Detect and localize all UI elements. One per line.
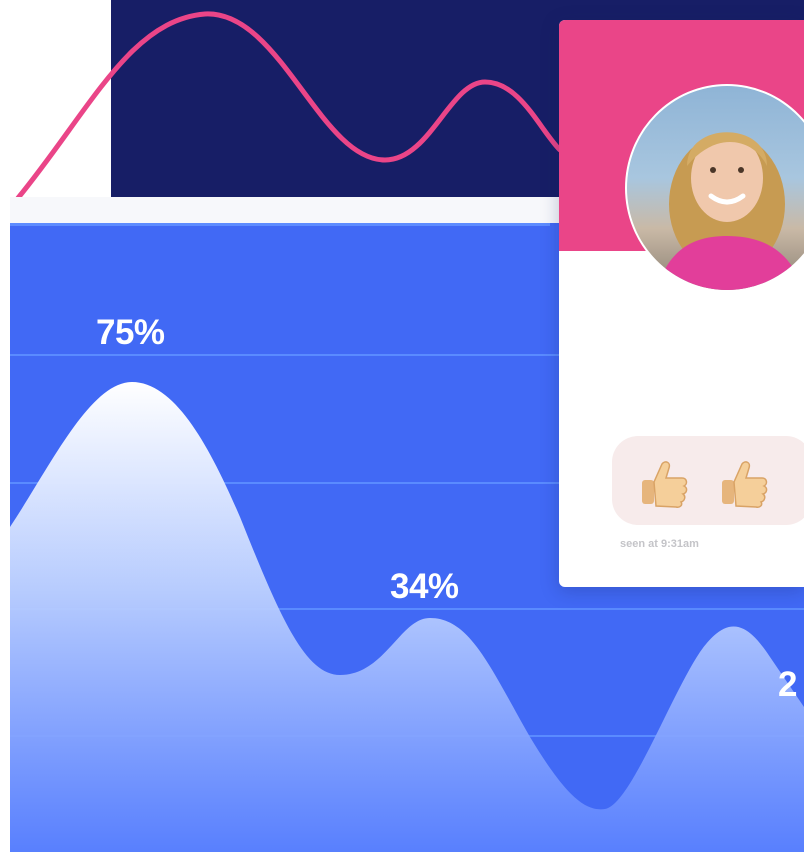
peak-label-2: 34%	[390, 567, 459, 606]
thumbs-up-icon	[722, 461, 768, 508]
reaction-bubble[interactable]	[612, 436, 804, 525]
peak-label-1: 75%	[96, 313, 165, 352]
profile-card[interactable]: seen at 9:31am	[559, 20, 804, 587]
person-photo-icon	[656, 132, 804, 290]
seen-status: seen at 9:31am	[620, 538, 699, 550]
peak-label-3: 2	[778, 665, 797, 704]
thumbs-up-icon	[642, 461, 688, 508]
